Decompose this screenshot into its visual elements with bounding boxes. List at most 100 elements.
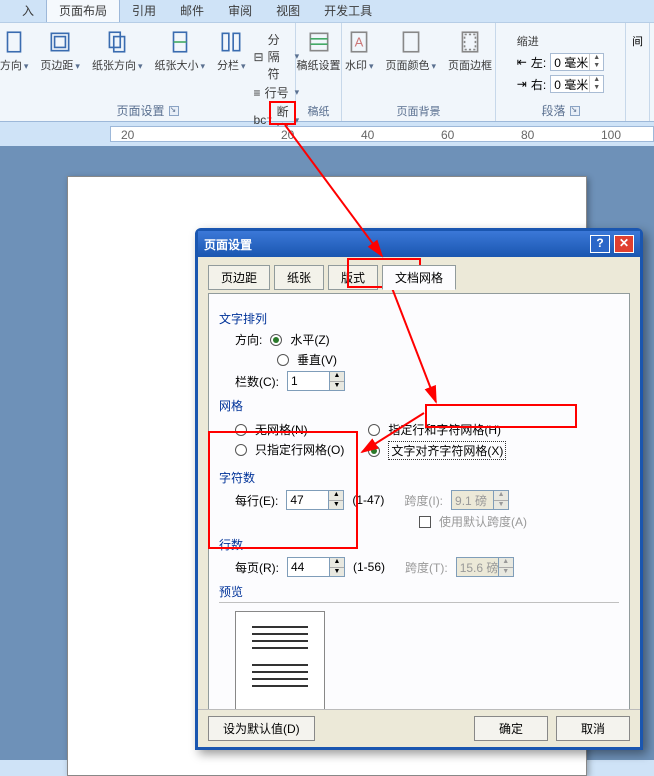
indent-right-icon: ⇥ bbox=[517, 77, 527, 91]
spin-up-icon[interactable]: ▲ bbox=[330, 558, 344, 568]
manuscript-label: 稿纸设置 bbox=[297, 57, 341, 73]
per-page-label: 每页(R): bbox=[235, 559, 279, 576]
preview-box bbox=[235, 611, 325, 709]
radio-no-grid[interactable] bbox=[235, 424, 247, 436]
indent-left-icon: ⇤ bbox=[517, 55, 527, 69]
per-line-range: (1-47) bbox=[352, 493, 384, 507]
tab-developer[interactable]: 开发工具 bbox=[312, 0, 384, 22]
columns-button[interactable]: 分栏 bbox=[213, 27, 250, 75]
ok-button[interactable]: 确定 bbox=[474, 716, 548, 741]
cancel-button[interactable]: 取消 bbox=[556, 716, 630, 741]
no-grid-label: 无网格(N) bbox=[255, 421, 308, 438]
indent-right-label: 右: bbox=[531, 76, 546, 93]
page-border-label: 页面边框 bbox=[448, 57, 492, 73]
tab-document-grid[interactable]: 文档网格 bbox=[382, 265, 456, 290]
indent-left-label: 左: bbox=[531, 54, 546, 71]
margins-button[interactable]: 页边距 bbox=[36, 27, 84, 75]
svg-text:A: A bbox=[355, 34, 364, 49]
page-color-button[interactable]: 页面颜色 bbox=[382, 27, 441, 75]
line-numbers-icon: ≡ bbox=[254, 86, 261, 100]
use-default-checkbox[interactable] bbox=[419, 516, 431, 528]
margins-icon bbox=[47, 29, 73, 55]
indent-left-input[interactable]: 0 毫米▲▼ bbox=[550, 53, 604, 71]
paragraph-group-label: 段落 bbox=[541, 102, 565, 119]
paper-orient-button[interactable]: 纸张方向 bbox=[88, 27, 147, 75]
orientation-button[interactable]: 方向 bbox=[0, 27, 32, 75]
char-pitch-input: 9.1 磅▲▼ bbox=[451, 490, 509, 510]
paragraph-launcher[interactable] bbox=[570, 106, 580, 116]
spin-up-icon[interactable]: ▲ bbox=[589, 54, 603, 62]
group-spacing: 间 bbox=[626, 23, 650, 121]
group-page-bg: A 水印 页面颜色 页面边框 页面背景 bbox=[342, 23, 496, 121]
set-default-button[interactable]: 设为默认值(D) bbox=[208, 716, 315, 741]
tab-margins[interactable]: 页边距 bbox=[208, 265, 270, 290]
line-pitch-label: 跨度(T): bbox=[405, 559, 448, 576]
spin-up-icon[interactable]: ▲ bbox=[589, 76, 603, 84]
group-page-setup: 方向 页边距 纸张方向 纸张大小 分栏 ⊟分隔符 ≡行号 bc⁻断字 bbox=[0, 23, 296, 121]
orientation-icon bbox=[1, 29, 27, 55]
manuscript-group-label: 稿纸 bbox=[302, 103, 335, 119]
spin-down-icon[interactable]: ▼ bbox=[589, 84, 603, 92]
spin-up-icon[interactable]: ▲ bbox=[329, 491, 343, 501]
columns-count-label: 栏数(C): bbox=[235, 373, 279, 390]
dialog-titlebar[interactable]: 页面设置 ? ✕ bbox=[198, 231, 640, 257]
spin-down-icon[interactable]: ▼ bbox=[589, 62, 603, 70]
manuscript-button[interactable]: 稿纸设置 bbox=[293, 27, 345, 75]
radio-align-chars[interactable] bbox=[368, 445, 380, 457]
spin-down-icon[interactable]: ▼ bbox=[329, 501, 343, 510]
spin-down-icon[interactable]: ▼ bbox=[330, 568, 344, 577]
section-preview: 预览 bbox=[219, 583, 619, 603]
align-chars-label: 文字对齐字符网格(X) bbox=[388, 441, 506, 460]
per-page-input[interactable]: 44▲▼ bbox=[287, 557, 345, 577]
line-pitch-input: 15.6 磅▲▼ bbox=[456, 557, 514, 577]
watermark-button[interactable]: A 水印 bbox=[341, 27, 378, 75]
tab-page-layout[interactable]: 页面布局 bbox=[46, 0, 120, 22]
tab-review[interactable]: 审阅 bbox=[216, 0, 264, 22]
dialog-tabs: 页边距 纸张 版式 文档网格 bbox=[208, 265, 630, 290]
per-line-input[interactable]: 47▲▼ bbox=[286, 490, 344, 510]
radio-lines-only[interactable] bbox=[235, 444, 247, 456]
radio-chars-lines[interactable] bbox=[368, 424, 380, 436]
watermark-icon: A bbox=[346, 29, 372, 55]
tab-references[interactable]: 引用 bbox=[120, 0, 168, 22]
paper-size-icon bbox=[167, 29, 193, 55]
ruler[interactable]: 20 20 40 60 80 100 bbox=[110, 126, 654, 142]
radio-vertical[interactable] bbox=[277, 354, 289, 366]
tab-paper[interactable]: 纸张 bbox=[274, 265, 324, 290]
help-button[interactable]: ? bbox=[590, 235, 610, 253]
ribbon: 方向 页边距 纸张方向 纸张大小 分栏 ⊟分隔符 ≡行号 bc⁻断字 bbox=[0, 22, 654, 122]
watermark-label: 水印 bbox=[345, 57, 374, 73]
section-lines: 行数 bbox=[219, 536, 619, 553]
paper-size-button[interactable]: 纸张大小 bbox=[150, 27, 209, 75]
group-paragraph: 缩进 ⇤ 左: 0 毫米▲▼ ⇥ 右: 0 毫米▲▼ 段落 bbox=[496, 23, 626, 121]
columns-count-input[interactable]: 1▲▼ bbox=[287, 371, 345, 391]
breaks-icon: ⊟ bbox=[254, 50, 264, 64]
columns-label: 分栏 bbox=[217, 57, 246, 73]
page-color-label: 页面颜色 bbox=[386, 57, 437, 73]
spin-up-icon[interactable]: ▲ bbox=[330, 372, 344, 382]
close-button[interactable]: ✕ bbox=[614, 235, 634, 253]
tab-view[interactable]: 视图 bbox=[264, 0, 312, 22]
per-page-range: (1-56) bbox=[353, 560, 385, 574]
ribbon-tabs: 入 页面布局 引用 邮件 审阅 视图 开发工具 bbox=[0, 0, 654, 22]
spin-down-icon[interactable]: ▼ bbox=[330, 382, 344, 391]
spacing-heading: 间 bbox=[632, 33, 643, 49]
page-bg-group-label: 页面背景 bbox=[348, 103, 489, 119]
indent-heading: 缩进 bbox=[517, 33, 604, 49]
page-setup-launcher[interactable] bbox=[169, 106, 179, 116]
page-setup-group-label: 页面设置 bbox=[116, 102, 164, 119]
section-chars: 字符数 bbox=[219, 469, 619, 486]
columns-icon bbox=[218, 29, 244, 55]
char-pitch-label: 跨度(I): bbox=[404, 492, 443, 509]
dialog-title: 页面设置 bbox=[204, 236, 590, 253]
page-setup-dialog: 页面设置 ? ✕ 页边距 纸张 版式 文档网格 文字排列 方向: 水平(Z) 垂… bbox=[195, 228, 643, 750]
tab-mail[interactable]: 邮件 bbox=[168, 0, 216, 22]
tab-layout[interactable]: 版式 bbox=[328, 265, 378, 290]
tab-insert[interactable]: 入 bbox=[10, 0, 46, 22]
radio-horizontal[interactable] bbox=[270, 334, 282, 346]
dialog-footer: 设为默认值(D) 确定 取消 bbox=[198, 709, 640, 747]
section-text-flow: 文字排列 bbox=[219, 310, 619, 327]
ruler-area: 20 20 40 60 80 100 bbox=[0, 122, 654, 146]
page-border-button[interactable]: 页面边框 bbox=[444, 27, 496, 75]
indent-right-input[interactable]: 0 毫米▲▼ bbox=[550, 75, 604, 93]
